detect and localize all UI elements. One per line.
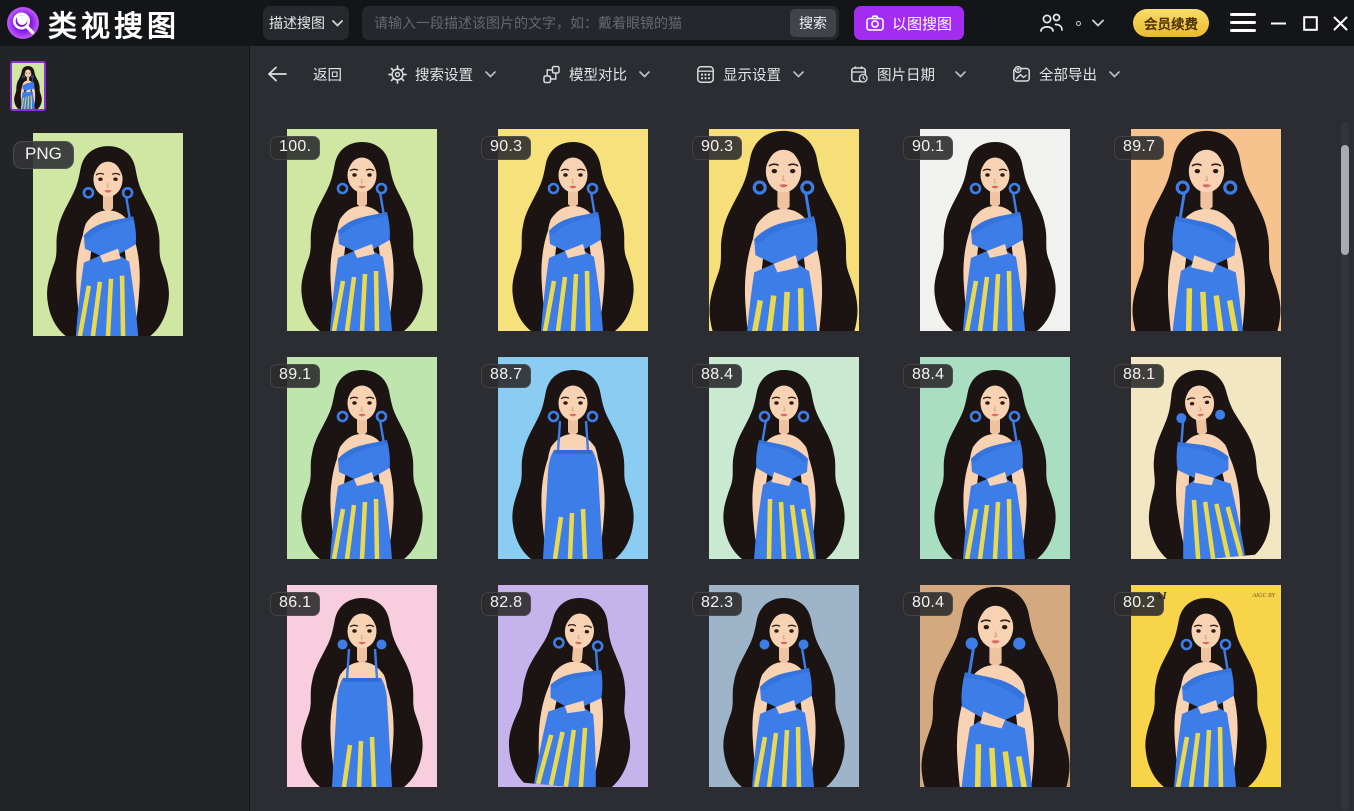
scrollbar-track[interactable]: [1341, 122, 1349, 811]
menu-hamburger-icon[interactable]: [1230, 13, 1256, 33]
result-card: 80.2 AIAIGC BY: [1131, 585, 1281, 787]
membership-renew-button[interactable]: 会员续费: [1133, 9, 1209, 37]
result-card: 86.1: [287, 585, 437, 787]
menu-search-settings[interactable]: 搜索设置: [388, 64, 496, 85]
search-mode-dropdown[interactable]: 描述搜图: [263, 6, 349, 40]
search-button[interactable]: 搜索: [790, 9, 836, 37]
chevron-down-icon: [1092, 19, 1104, 27]
chevron-down-icon: [955, 71, 966, 78]
back-label: 返回: [313, 64, 342, 85]
menu-label: 图片日期: [877, 64, 935, 85]
similarity-score-badge: 90.3: [692, 136, 742, 160]
result-card: 90.3: [498, 129, 648, 331]
result-card: 82.8: [498, 585, 648, 787]
chevron-down-icon: [793, 71, 804, 78]
window-maximize-button[interactable]: [1296, 8, 1324, 38]
main-content: 返回 搜索设置: [251, 46, 1354, 811]
results-grid: 100. 90.3 90.3 90.1 89.7 89.1 88.7 88.4 …: [287, 129, 1354, 787]
query-image-thumbnail[interactable]: [10, 61, 46, 111]
camera-icon: [866, 15, 884, 31]
similarity-score-badge: 86.1: [270, 592, 320, 616]
menu-display-settings[interactable]: 显示设置: [696, 64, 804, 85]
back-arrow-icon: [267, 66, 287, 82]
similarity-score-badge: 80.4: [903, 592, 953, 616]
similarity-score-badge: 82.8: [481, 592, 531, 616]
chevron-down-icon: [1109, 71, 1120, 78]
toolbar: 返回 搜索设置: [251, 46, 1354, 102]
back-button[interactable]: 返回: [267, 64, 342, 85]
similarity-score-badge: 82.3: [692, 592, 742, 616]
calendar-clock-icon: [850, 65, 869, 84]
result-card: 90.3: [709, 129, 859, 331]
search-mode-label: 描述搜图: [269, 13, 325, 33]
result-card: 88.1: [1131, 357, 1281, 559]
menu-label: 搜索设置: [415, 64, 473, 85]
similarity-score-badge: 90.3: [481, 136, 531, 160]
sidebar: PNG: [0, 46, 250, 811]
app-title: 类视搜图: [48, 3, 180, 45]
menu-model-compare[interactable]: 模型对比: [542, 64, 650, 85]
result-card: 80.4: [920, 585, 1070, 787]
display-grid-icon: [696, 65, 715, 84]
scrollbar-thumb[interactable]: [1341, 145, 1349, 255]
menu-image-date[interactable]: 图片日期: [850, 64, 966, 85]
similarity-score-badge: 89.7: [1114, 136, 1164, 160]
account-menu[interactable]: [1038, 6, 1104, 40]
result-card: 88.4: [709, 357, 859, 559]
result-card: 89.1: [287, 357, 437, 559]
window-close-button[interactable]: [1326, 8, 1354, 38]
result-card: 90.1: [920, 129, 1070, 331]
menu-label: 模型对比: [569, 64, 627, 85]
similarity-score-badge: 88.4: [903, 364, 953, 388]
image-search-label: 以图搜图: [892, 13, 952, 34]
result-card: 100.: [287, 129, 437, 331]
chevron-down-icon: [485, 71, 496, 78]
image-search-button[interactable]: 以图搜图: [854, 6, 964, 40]
chevron-down-icon: [332, 20, 343, 27]
compare-nodes-icon: [542, 65, 561, 84]
similarity-score-badge: 89.1: [270, 364, 320, 388]
similarity-score-badge: 88.1: [1114, 364, 1164, 388]
search-input[interactable]: [362, 15, 790, 31]
status-dot-icon: [1076, 21, 1081, 26]
similarity-score-badge: 100.: [270, 136, 320, 160]
similarity-score-badge: 88.7: [481, 364, 531, 388]
similarity-score-badge: 80.2: [1114, 592, 1164, 616]
app-logo-magnifier-icon[interactable]: [7, 7, 39, 39]
menu-label: 全部导出: [1039, 64, 1097, 85]
result-card: 89.7: [1131, 129, 1281, 331]
file-format-badge: PNG: [13, 141, 74, 169]
topbar: 类视搜图 描述搜图 搜索 以图搜图: [0, 0, 1354, 46]
similarity-score-badge: 88.4: [692, 364, 742, 388]
result-card: 88.4: [920, 357, 1070, 559]
image-export-icon: [1012, 65, 1031, 84]
chevron-down-icon: [639, 71, 650, 78]
result-card: 82.3: [709, 585, 859, 787]
users-icon: [1038, 12, 1065, 34]
window-minimize-button[interactable]: [1264, 8, 1292, 38]
similarity-score-badge: 90.1: [903, 136, 953, 160]
gear-icon: [388, 65, 407, 84]
svg-text:AIGC BY: AIGC BY: [1252, 593, 1276, 599]
search-box: 搜索: [362, 6, 839, 40]
menu-export-all[interactable]: 全部导出: [1012, 64, 1120, 85]
menu-label: 显示设置: [723, 64, 781, 85]
result-card: 88.7: [498, 357, 648, 559]
